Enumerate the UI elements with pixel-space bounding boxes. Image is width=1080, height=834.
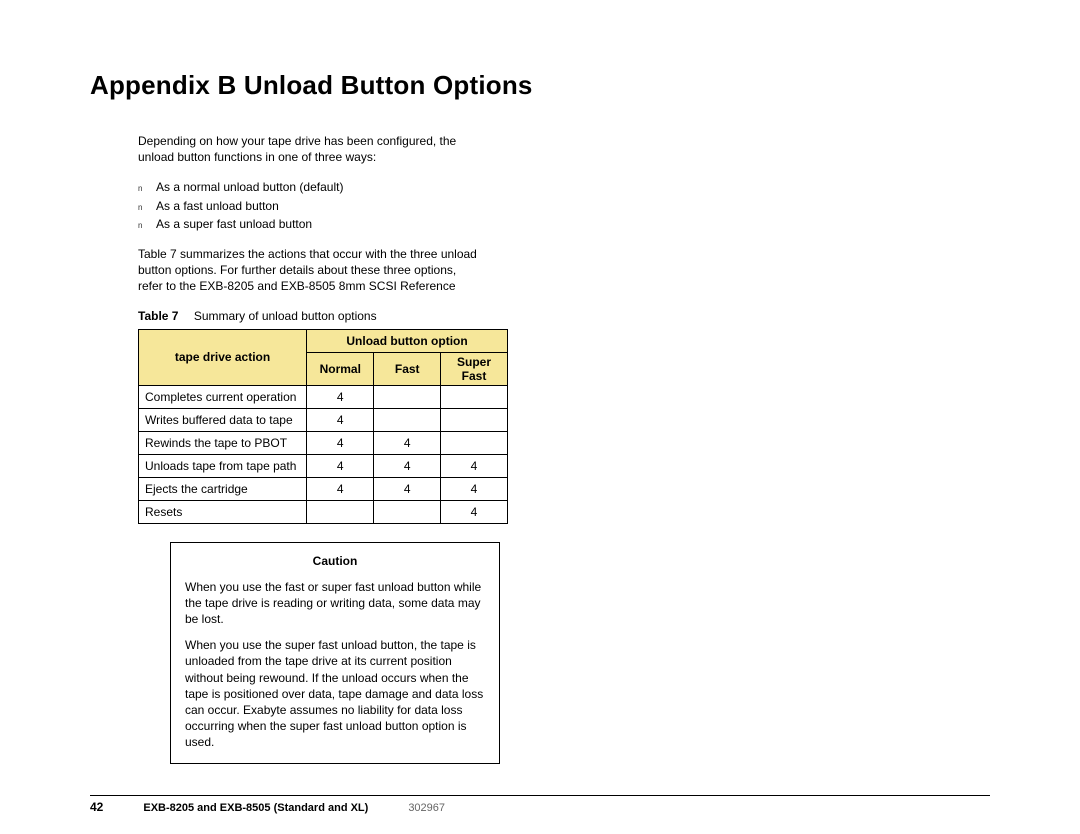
- cell-normal: 4: [307, 385, 374, 408]
- table-header-row: tape drive action Unload button option: [139, 329, 508, 352]
- cell-normal: 4: [307, 477, 374, 500]
- page-footer: 42 EXB-8205 and EXB-8505 (Standard and X…: [90, 795, 990, 814]
- list-item: n As a normal unload button (default): [138, 179, 478, 195]
- cell-fast: [374, 385, 441, 408]
- cell-super: 4: [440, 477, 507, 500]
- header-action: tape drive action: [139, 329, 307, 385]
- cell-super: [440, 385, 507, 408]
- cell-super: [440, 408, 507, 431]
- cell-fast: 4: [374, 477, 441, 500]
- cell-normal: 4: [307, 454, 374, 477]
- cell-super: 4: [440, 454, 507, 477]
- list-item: n As a super fast unload button: [138, 216, 478, 232]
- cell-fast: [374, 500, 441, 523]
- caution-box: Caution When you use the fast or super f…: [170, 542, 500, 764]
- table-caption-text: Summary of unload button options: [194, 309, 377, 323]
- cell-normal: 4: [307, 408, 374, 431]
- table-caption: Table 7 Summary of unload button options: [138, 309, 990, 323]
- cell-normal: [307, 500, 374, 523]
- bullet-list: n As a normal unload button (default) n …: [138, 179, 478, 232]
- caution-title: Caution: [185, 553, 485, 569]
- cell-action: Writes buffered data to tape: [139, 408, 307, 431]
- caution-paragraph: When you use the fast or super fast unlo…: [185, 579, 485, 628]
- bullet-text: As a super fast unload button: [156, 216, 312, 232]
- cell-super: 4: [440, 500, 507, 523]
- bullet-text: As a fast unload button: [156, 198, 279, 214]
- cell-action: Completes current operation: [139, 385, 307, 408]
- cell-super: [440, 431, 507, 454]
- list-item: n As a fast unload button: [138, 198, 478, 214]
- bullet-icon: n: [138, 182, 156, 195]
- summary-text: Table 7 summarizes the actions that occu…: [138, 246, 478, 295]
- document-revision: 302967: [408, 802, 445, 814]
- cell-action: Resets: [139, 500, 307, 523]
- body-content: Depending on how your tape drive has bee…: [138, 133, 478, 295]
- header-option: Unload button option: [307, 329, 508, 352]
- table-row: Completes current operation 4: [139, 385, 508, 408]
- page-title: Appendix B Unload Button Options: [90, 70, 990, 101]
- cell-normal: 4: [307, 431, 374, 454]
- cell-fast: 4: [374, 431, 441, 454]
- header-superfast: Super Fast: [440, 352, 507, 385]
- table-row: Unloads tape from tape path 4 4 4: [139, 454, 508, 477]
- bullet-icon: n: [138, 219, 156, 232]
- table-row: Rewinds the tape to PBOT 4 4: [139, 431, 508, 454]
- page-number: 42: [90, 800, 103, 814]
- cell-action: Ejects the cartridge: [139, 477, 307, 500]
- options-table: tape drive action Unload button option N…: [138, 329, 508, 524]
- table-row: Resets 4: [139, 500, 508, 523]
- table-label: Table 7: [138, 309, 178, 323]
- cell-fast: 4: [374, 454, 441, 477]
- bullet-icon: n: [138, 201, 156, 214]
- intro-text: Depending on how your tape drive has bee…: [138, 133, 478, 165]
- caution-paragraph: When you use the super fast unload butto…: [185, 637, 485, 750]
- cell-action: Rewinds the tape to PBOT: [139, 431, 307, 454]
- table-row: Writes buffered data to tape 4: [139, 408, 508, 431]
- header-normal: Normal: [307, 352, 374, 385]
- document-title: EXB-8205 and EXB-8505 (Standard and XL): [143, 802, 368, 814]
- document-page: Appendix B Unload Button Options Dependi…: [0, 0, 1080, 834]
- cell-fast: [374, 408, 441, 431]
- table-row: Ejects the cartridge 4 4 4: [139, 477, 508, 500]
- header-fast: Fast: [374, 352, 441, 385]
- cell-action: Unloads tape from tape path: [139, 454, 307, 477]
- bullet-text: As a normal unload button (default): [156, 179, 343, 195]
